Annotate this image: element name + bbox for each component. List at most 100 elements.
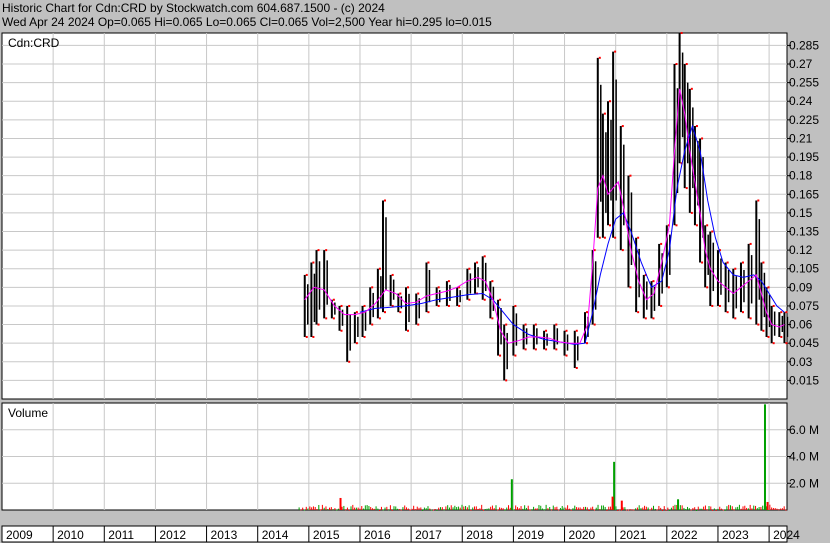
price-dot xyxy=(378,317,381,320)
volume-bar xyxy=(472,507,474,510)
volume-bar xyxy=(456,507,458,510)
volume-bar xyxy=(728,504,730,510)
price-dot xyxy=(447,304,450,307)
volume-bar xyxy=(337,508,339,510)
volume-bar xyxy=(590,507,592,510)
year-tick-label: 2018 xyxy=(466,528,493,542)
price-dot xyxy=(780,311,783,314)
volume-bar xyxy=(411,508,413,510)
volume-bar xyxy=(373,508,375,510)
volume-bar xyxy=(649,509,651,511)
volume-bar xyxy=(368,506,370,510)
volume-bar xyxy=(318,504,320,510)
volume-bar xyxy=(386,506,388,510)
price-dot xyxy=(514,304,517,307)
volume-bar xyxy=(595,507,597,510)
volume-bar xyxy=(448,507,450,510)
volume-bar xyxy=(715,509,717,511)
volume-bar xyxy=(468,505,470,510)
volume-bar xyxy=(420,507,422,510)
price-dot xyxy=(621,249,624,252)
price-dot xyxy=(734,267,737,270)
volume-bar xyxy=(576,507,578,510)
price-dot xyxy=(690,87,693,90)
volume-bar xyxy=(334,508,336,510)
price-dot xyxy=(555,323,558,326)
price-dot xyxy=(603,236,606,239)
volume-bar xyxy=(303,509,305,511)
price-dot xyxy=(468,267,471,270)
price-tick-label: 0.075 xyxy=(789,299,819,313)
year-tick-label: 2024 xyxy=(773,528,800,542)
volume-bar xyxy=(656,509,658,511)
price-dot xyxy=(762,329,765,332)
price-dot xyxy=(637,311,640,314)
volume-bar xyxy=(597,504,599,510)
price-dot xyxy=(575,329,578,332)
price-dot xyxy=(514,354,517,357)
volume-bar xyxy=(397,508,399,510)
price-dot xyxy=(667,286,670,289)
price-dot xyxy=(749,242,752,245)
price-dot xyxy=(575,366,578,369)
volume-bar xyxy=(391,509,393,511)
historic-chart: 0.015 0.03 0.045 0.06 0.075 0.09 0.105 0.12 0.13… xyxy=(1,32,819,543)
volume-bar xyxy=(490,506,492,510)
volume-bar xyxy=(731,506,733,510)
price-dot xyxy=(363,304,366,307)
volume-bar xyxy=(611,496,614,510)
volume-bar xyxy=(529,509,531,511)
volume-bar xyxy=(710,506,712,510)
price-dot xyxy=(565,354,568,357)
volume-bar xyxy=(558,509,560,511)
price-dot xyxy=(614,50,617,53)
volume-bar xyxy=(427,506,429,510)
volume-bar xyxy=(497,509,499,511)
volume-bar xyxy=(642,507,644,510)
volume-bar xyxy=(751,508,753,510)
price-dot xyxy=(399,311,402,314)
volume-bar xyxy=(785,509,787,511)
volume-bar xyxy=(733,509,735,511)
price-tick-label: 0.015 xyxy=(789,373,819,387)
price-dot xyxy=(767,335,770,338)
volume-bar xyxy=(737,506,739,510)
volume-bar xyxy=(747,508,749,510)
volume-bar xyxy=(422,509,424,511)
price-dot xyxy=(780,335,783,338)
volume-bar xyxy=(371,508,373,510)
volume-bar xyxy=(305,506,307,510)
volume-bar xyxy=(740,508,742,510)
volume-bar xyxy=(348,509,350,511)
price-dot xyxy=(660,304,663,307)
price-dot xyxy=(476,261,479,264)
volume-bar xyxy=(772,507,774,510)
price-tick-label: 0.27 xyxy=(789,57,813,71)
volume-bar xyxy=(636,507,638,510)
year-tick-label: 2015 xyxy=(313,528,340,542)
volume-bar xyxy=(608,506,610,510)
volume-bar xyxy=(549,507,551,510)
price-dot xyxy=(734,317,737,320)
price-dot xyxy=(355,342,358,345)
volume-bar xyxy=(509,507,511,510)
volume-bar xyxy=(719,506,721,510)
price-dot xyxy=(785,311,788,314)
price-tick-label: 0.06 xyxy=(789,318,813,332)
volume-bar xyxy=(726,506,728,510)
price-dot xyxy=(706,224,709,227)
volume-bar xyxy=(343,505,345,510)
price-dot xyxy=(718,304,721,307)
price-dot xyxy=(701,261,704,264)
year-tick-label: 2016 xyxy=(364,528,391,542)
price-dot xyxy=(437,286,440,289)
volume-bar xyxy=(418,507,420,510)
volume-bar xyxy=(588,509,590,511)
price-tick-label: 0.03 xyxy=(789,355,813,369)
volume-bar xyxy=(742,506,744,510)
volume-bar xyxy=(626,509,628,511)
volume-bar xyxy=(769,504,771,510)
volume-bar xyxy=(584,506,586,510)
volume-bar xyxy=(781,508,783,510)
price-dot xyxy=(427,311,430,314)
